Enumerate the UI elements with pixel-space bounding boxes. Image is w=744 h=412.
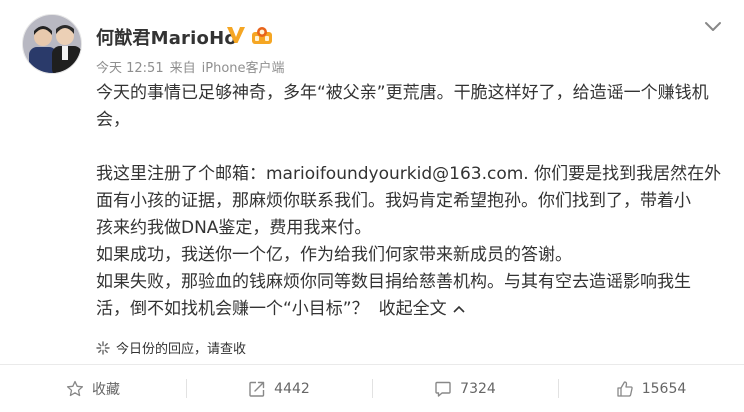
medal-icon[interactable]: [251, 25, 273, 45]
content-line: 面有小孩的证据，那麻烦你联系我们。我妈肯定希望抱孙。你们找到了，带着小: [96, 191, 691, 211]
repost-button[interactable]: 4442: [186, 365, 372, 412]
star-icon: [66, 380, 84, 396]
post-time[interactable]: 今天 12:51: [96, 57, 164, 76]
comment-count: 7324: [460, 380, 496, 397]
avatar[interactable]: [22, 14, 82, 74]
comment-button[interactable]: 7324: [372, 365, 558, 412]
content-line: 如果失败，那验血的钱麻烦你同等数目捐给慈善机构。与其有空去造谣影响我生: [96, 272, 691, 292]
chevron-down-icon[interactable]: [703, 20, 723, 34]
thumbs-up-icon: [617, 380, 633, 397]
repost-count: 4442: [274, 380, 310, 397]
linked-topic[interactable]: 今日份的回应，请查收: [96, 338, 246, 357]
content-line: 活，倒不如找机会赚一个“小目标”？: [96, 299, 369, 319]
favorite-button[interactable]: 收藏: [0, 365, 186, 412]
content-line: 如果成功，我送你一个亿，作为给我们何家带来新成员的答谢。: [96, 245, 572, 265]
content-line-last: 活，倒不如找机会赚一个“小目标”？ 收起全文: [96, 296, 726, 323]
action-bar: 收藏 4442 7324 15654: [0, 365, 744, 412]
linked-topic-label: 今日份的回应，请查收: [116, 342, 247, 357]
like-count: 15654: [641, 380, 687, 397]
post-content: 今天的事情已足够神奇，多年“被父亲”更荒唐。干脆这样好了，给造谣一个赚钱机 会，…: [96, 80, 726, 323]
favorite-label: 收藏: [92, 381, 120, 398]
post-source[interactable]: iPhone客户端: [202, 57, 285, 76]
verified-badge-icon: [227, 27, 245, 43]
comment-icon: [435, 381, 451, 397]
source-prefix: 来自: [169, 61, 196, 76]
weibo-post-card: 何猷君MarioHo 今天 12:51 来自 iPhone客户端 今天的事情已足…: [0, 0, 744, 412]
sparkle-icon: [96, 340, 110, 355]
content-line: 我这里注册了个邮箱：marioifoundyourkid@163.com. 你们…: [96, 164, 722, 184]
like-button[interactable]: 15654: [558, 365, 744, 412]
chevron-up-icon: [453, 305, 465, 313]
collapse-button[interactable]: 收起全文: [379, 299, 465, 319]
collapse-label: 收起全文: [378, 299, 447, 319]
share-icon: [249, 381, 265, 397]
post-meta: 今天 12:51 来自 iPhone客户端: [96, 57, 285, 76]
content-line: 会，: [96, 110, 130, 130]
author-name[interactable]: 何猷君MarioHo: [96, 24, 237, 50]
content-line: 孩来约我做DNA鉴定，费用我来付。: [96, 218, 372, 238]
content-line: 今天的事情已足够神奇，多年“被父亲”更荒唐。干脆这样好了，给造谣一个赚钱机: [96, 83, 709, 103]
